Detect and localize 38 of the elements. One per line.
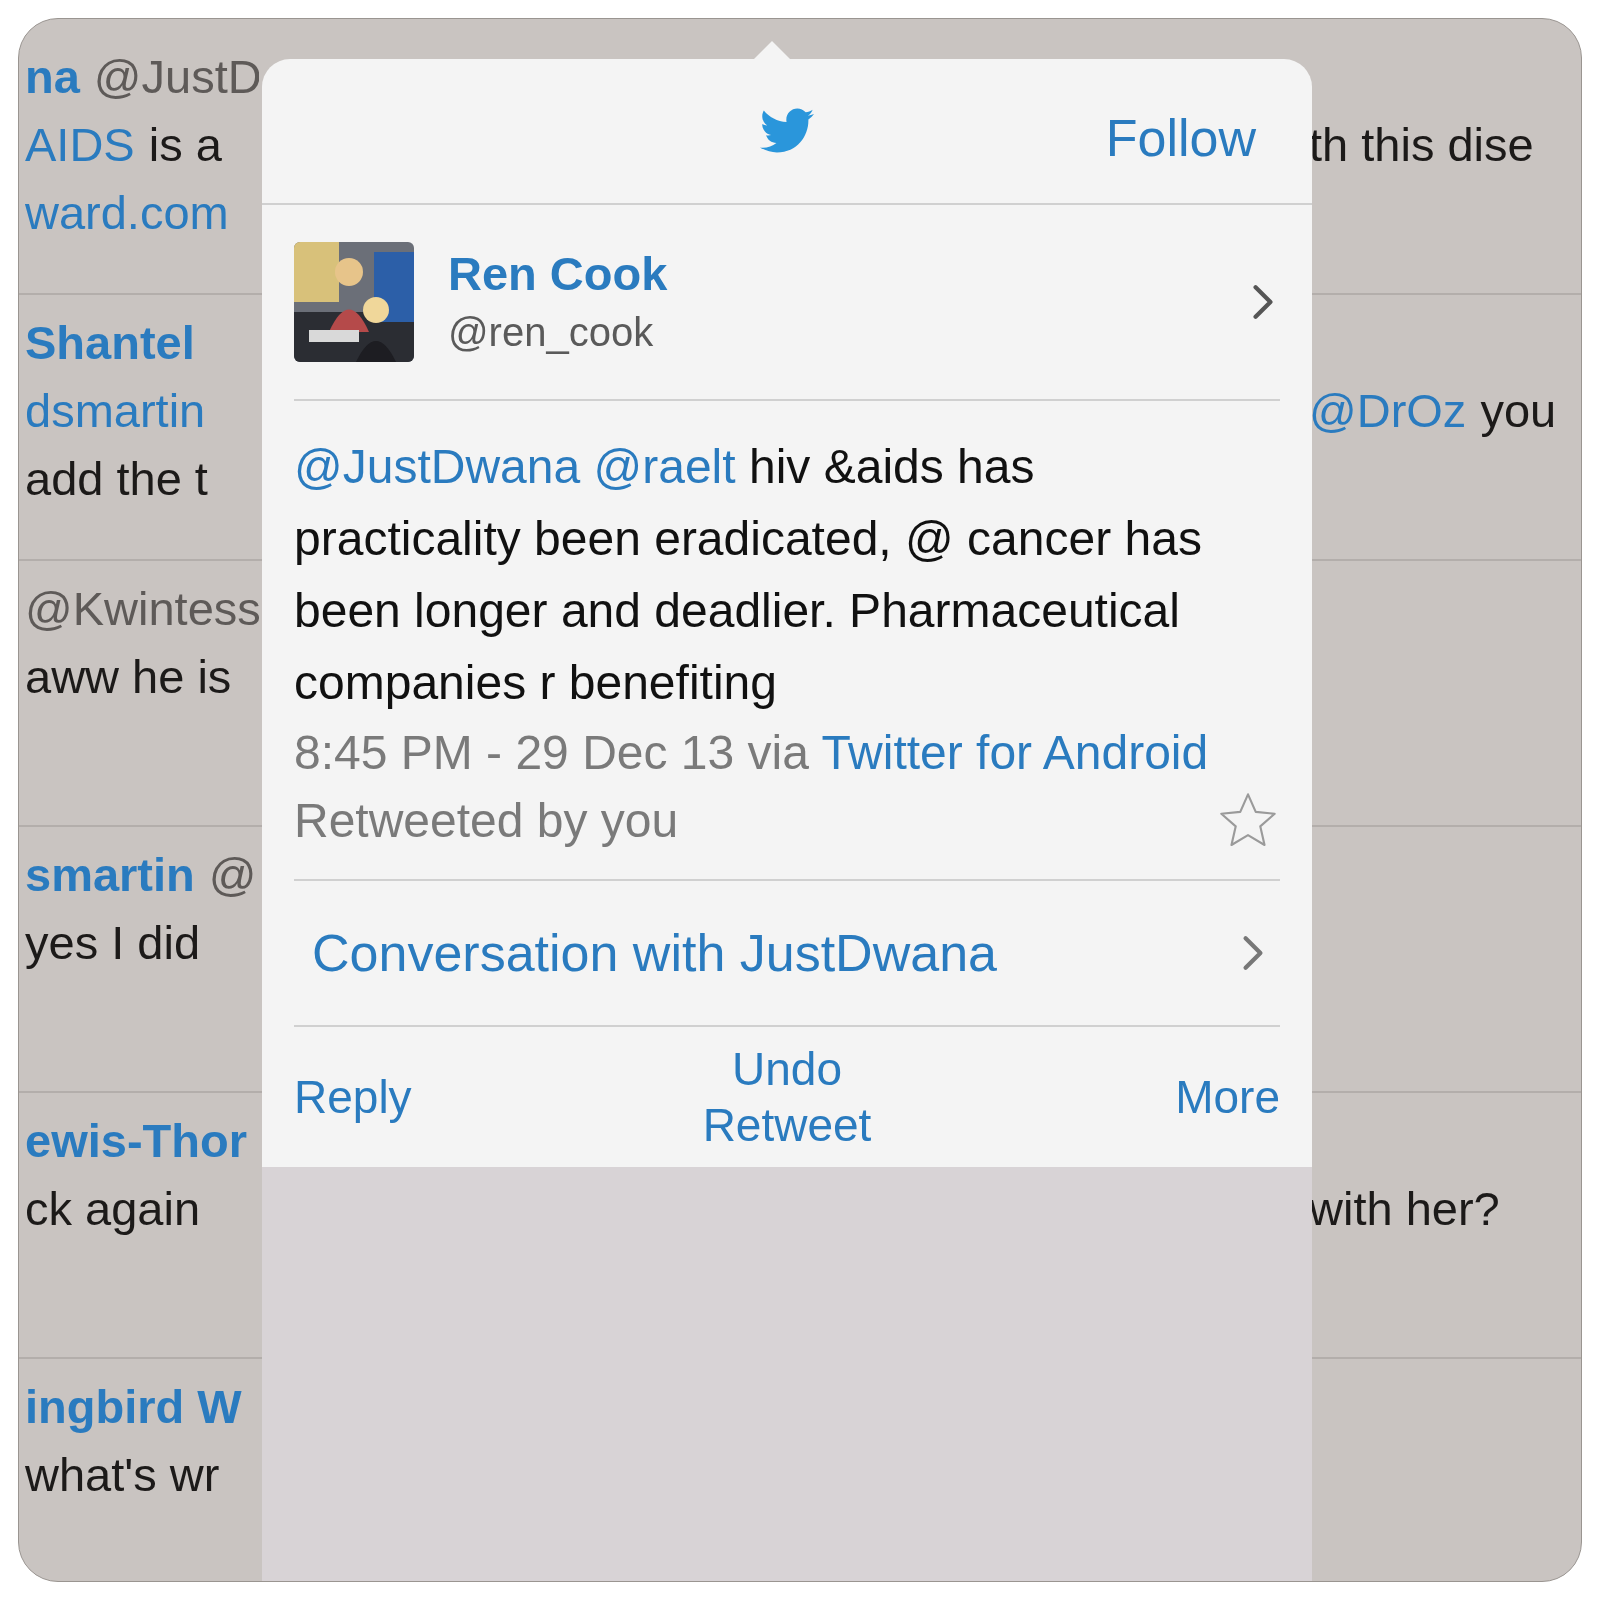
chevron-icon [1242, 935, 1264, 971]
tweet-text: you [1480, 383, 1557, 439]
link[interactable]: AIDS [25, 111, 135, 179]
user-handle: @ [208, 847, 257, 903]
user-name: ewis-Thor [25, 1113, 247, 1169]
tweet-text: is a [148, 117, 222, 173]
tweet-text: aww he is [25, 649, 232, 705]
action-button[interactable]: Reply [294, 1069, 514, 1125]
link[interactable]: dsmartin [25, 377, 206, 445]
conversation-link[interactable]: Conversation with JustDwana [312, 914, 997, 992]
mention-link[interactable]: @JustDwana [294, 440, 581, 493]
tweet-text: with her? [1309, 1181, 1500, 1237]
follow-button[interactable]: Follow [1105, 99, 1256, 177]
tweet-text: what's wr [25, 1447, 220, 1503]
link[interactable]: ward.com [25, 179, 229, 247]
user-handle: @ren_cook [448, 309, 655, 356]
tweet-text: ck again [25, 1181, 201, 1237]
user-name: Shantel [25, 315, 195, 371]
conversation-row[interactable]: Conversation with JustDwana [294, 881, 1280, 1027]
tweet-text: yes I did [25, 915, 201, 971]
user-name: na [25, 49, 80, 105]
bird-icon [760, 108, 814, 154]
source-link[interactable]: Twitter for Android [821, 726, 1209, 779]
action-button[interactable]: Undo Retweet [677, 1041, 897, 1153]
tweet-text: add the t [25, 451, 208, 507]
tweet-meta: 8:45 PM - 29 Dec 13 via Twitter for Android [294, 725, 1210, 781]
action-button[interactable]: More [1060, 1069, 1280, 1125]
user-name: smartin [25, 847, 195, 903]
user-name: ingbird W [25, 1379, 242, 1435]
chevron-icon [1252, 284, 1274, 320]
mention-link[interactable]: @raelt [593, 440, 736, 493]
link[interactable]: @DrOz [1309, 377, 1467, 559]
tweet-text: @JustDwana @raelt hiv &aids has practicality been eradicated, @ cancer has been longer and deadlier. Pharmaceutical companies r benefiting [294, 439, 1203, 711]
user-handle: @Kwintess [25, 581, 259, 637]
user-name: Ren Cook [448, 246, 669, 302]
retweet-note: Retweeted by you [294, 793, 679, 849]
tweet-text: th this dise [1309, 117, 1534, 173]
profile-row[interactable]: Ren Cook @ren_cook [294, 205, 1280, 401]
